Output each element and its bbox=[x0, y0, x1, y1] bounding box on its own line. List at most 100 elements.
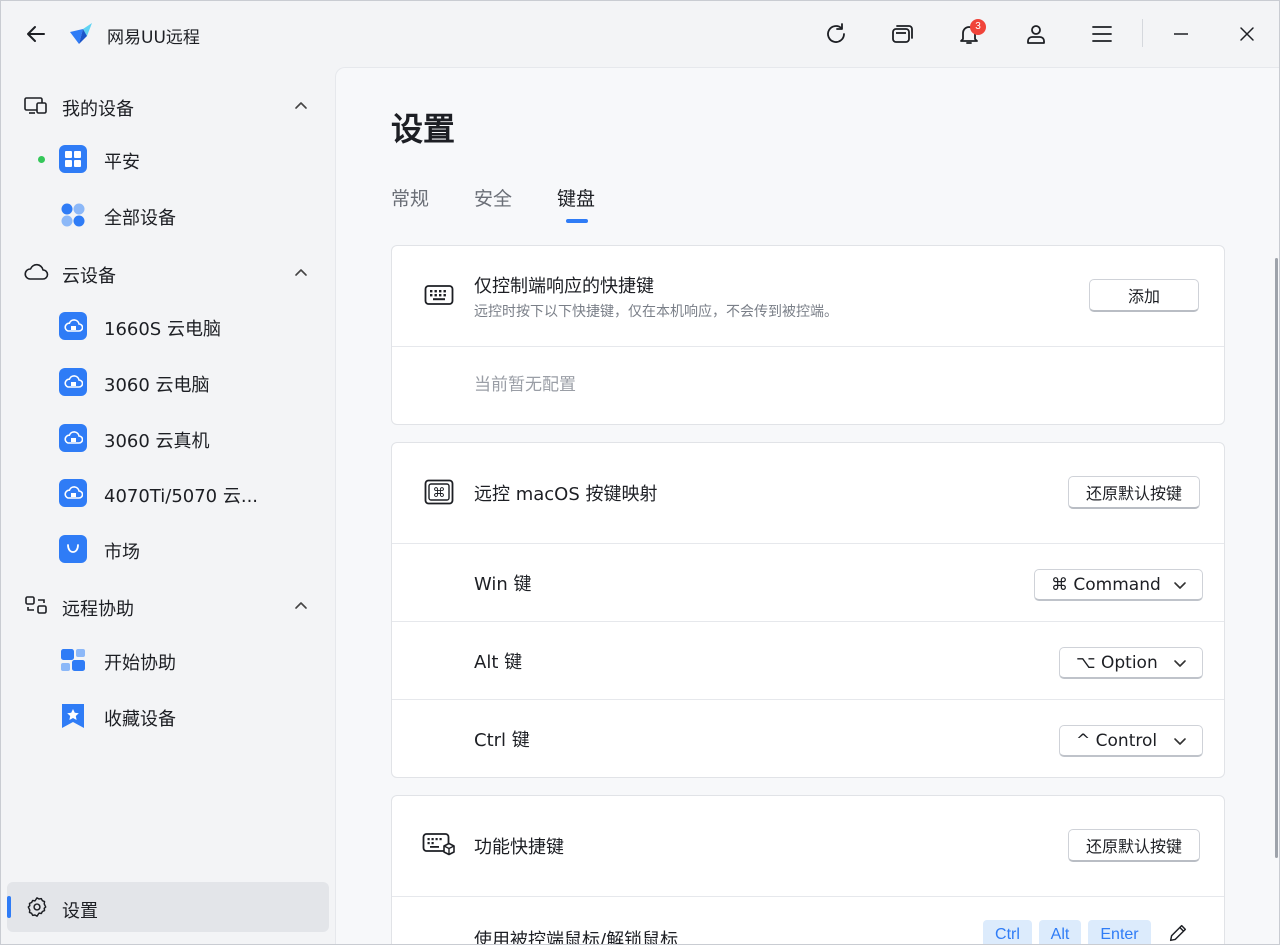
chevron-down-icon bbox=[1172, 578, 1188, 594]
sidebar-item-cloud-3060-phone[interactable]: 3060 云真机 bbox=[1, 416, 335, 460]
section-cloud-devices[interactable]: 云设备 bbox=[1, 252, 335, 292]
card-header: 功能快捷键 还原默认按键 bbox=[392, 796, 1224, 896]
key-chip-ctrl: Ctrl bbox=[983, 920, 1032, 944]
devices-icon bbox=[23, 94, 49, 116]
key-chip-enter: Enter bbox=[1088, 920, 1151, 944]
section-remote-assist[interactable]: 远程协助 bbox=[1, 585, 335, 625]
ctrl-key-select[interactable]: ^ Control bbox=[1059, 725, 1203, 757]
refresh-icon bbox=[827, 23, 845, 43]
sidebar-item-label: 3060 云电脑 bbox=[104, 375, 210, 396]
notification-button[interactable]: 3 bbox=[954, 19, 986, 49]
edit-shortcut-button[interactable] bbox=[1167, 922, 1191, 944]
sidebar-item-market[interactable]: 市场 bbox=[1, 527, 335, 571]
win-key-select[interactable]: ⌘ Command bbox=[1034, 569, 1203, 601]
ctrl-key-label: Ctrl 键 bbox=[474, 730, 530, 751]
sidebar-item-label: 平安 bbox=[104, 152, 140, 173]
tab-general[interactable]: 常规 bbox=[391, 184, 429, 211]
windows-stack-icon bbox=[892, 25, 913, 43]
card-divider bbox=[392, 896, 1224, 897]
sidebar: 我的设备 平安 全部设备 云设备 1660S 云电脑 3060 云电脑 3060… bbox=[1, 67, 335, 944]
multi-window-button[interactable] bbox=[888, 19, 918, 49]
page-title: 设置 bbox=[391, 110, 456, 148]
minimize-button[interactable] bbox=[1166, 19, 1196, 49]
settings-label: 设置 bbox=[62, 901, 98, 922]
favorite-star-icon bbox=[59, 702, 87, 730]
cloud-pc-icon bbox=[59, 424, 87, 452]
card-title: 仅控制端响应的快捷键 bbox=[474, 276, 654, 297]
market-bag-icon bbox=[59, 535, 87, 563]
hamburger-menu-icon bbox=[1092, 26, 1112, 42]
start-assist-icon bbox=[59, 646, 87, 674]
card-header: 仅控制端响应的快捷键 远控时按下以下快捷键，仅在本机响应，不会传到被控端。 添加 bbox=[392, 246, 1224, 346]
sidebar-item-start-assist[interactable]: 开始协助 bbox=[1, 638, 335, 682]
app-window: 网易UU远程 3 我的设备 平安 全部设备 云设备 1660S 云电脑 3060… bbox=[0, 0, 1280, 945]
section-label: 云设备 bbox=[62, 266, 116, 287]
select-value: ⌥ Option bbox=[1076, 652, 1158, 673]
macos-mapping-card: ⌘ 远控 macOS 按键映射 还原默认按键 Win 键 ⌘ Command A… bbox=[391, 442, 1225, 778]
gear-icon bbox=[25, 895, 49, 919]
select-value: ^ Control bbox=[1076, 730, 1158, 751]
active-indicator bbox=[7, 896, 11, 918]
sidebar-item-label: 4070Ti/5070 云... bbox=[104, 486, 259, 507]
account-button[interactable] bbox=[1021, 19, 1051, 49]
sidebar-item-settings[interactable]: 设置 bbox=[7, 882, 329, 932]
empty-state-text: 当前暂无配置 bbox=[474, 375, 576, 395]
close-button[interactable] bbox=[1232, 19, 1262, 49]
tab-security[interactable]: 安全 bbox=[474, 184, 512, 211]
local-shortcuts-card: 仅控制端响应的快捷键 远控时按下以下快捷键，仅在本机响应，不会传到被控端。 添加… bbox=[391, 245, 1225, 425]
cloud-icon bbox=[23, 261, 49, 283]
sidebar-item-label: 市场 bbox=[104, 542, 140, 563]
user-icon bbox=[1027, 25, 1045, 44]
select-value: ⌘ Command bbox=[1051, 574, 1161, 595]
sidebar-item-label: 1660S 云电脑 bbox=[104, 319, 221, 340]
section-my-devices[interactable]: 我的设备 bbox=[1, 85, 335, 125]
card-title: 远控 macOS 按键映射 bbox=[474, 484, 658, 505]
cloud-pc-icon bbox=[59, 368, 87, 396]
add-shortcut-button[interactable]: 添加 bbox=[1089, 279, 1199, 312]
unlock-mouse-label: 使用被控端鼠标/解锁鼠标 bbox=[474, 930, 679, 945]
menu-button[interactable] bbox=[1087, 19, 1117, 49]
vertical-scrollbar[interactable] bbox=[1275, 258, 1278, 858]
reset-default-keys-button[interactable]: 还原默认按键 bbox=[1068, 829, 1200, 862]
app-title: 网易UU远程 bbox=[107, 28, 200, 48]
sidebar-item-cloud-1660s[interactable]: 1660S 云电脑 bbox=[1, 304, 335, 348]
back-button[interactable] bbox=[23, 21, 49, 47]
sidebar-item-favorites[interactable]: 收藏设备 bbox=[1, 694, 335, 738]
all-devices-icon bbox=[59, 201, 87, 229]
sidebar-item-cloud-3060-pc[interactable]: 3060 云电脑 bbox=[1, 360, 335, 404]
refresh-button[interactable] bbox=[821, 19, 851, 49]
card-title: 功能快捷键 bbox=[474, 837, 564, 858]
tab-keyboard[interactable]: 键盘 bbox=[557, 184, 595, 211]
titlebar-divider bbox=[1142, 19, 1143, 47]
back-arrow-icon bbox=[27, 26, 45, 42]
sidebar-item-cloud-4070ti[interactable]: 4070Ti/5070 云... bbox=[1, 471, 335, 515]
settings-panel: 设置 常规 安全 键盘 仅控制端响应的快捷键 远控时按下以下快捷键，仅在本机响应… bbox=[335, 67, 1279, 945]
title-bar: 网易UU远程 3 bbox=[1, 1, 1279, 67]
sidebar-item-ping-an[interactable]: 平安 bbox=[1, 137, 335, 181]
function-shortcuts-card: 功能快捷键 还原默认按键 使用被控端鼠标/解锁鼠标 Ctrl Alt Enter bbox=[391, 795, 1225, 945]
chevron-up-icon bbox=[291, 95, 311, 115]
online-status-dot bbox=[38, 156, 45, 163]
chevron-up-icon bbox=[291, 262, 311, 282]
card-divider bbox=[392, 346, 1224, 347]
active-tab-indicator bbox=[566, 219, 588, 223]
uu-logo-icon bbox=[67, 20, 95, 48]
cloud-pc-icon bbox=[59, 312, 87, 340]
card-header: ⌘ 远控 macOS 按键映射 还原默认按键 bbox=[392, 443, 1224, 543]
win-key-label: Win 键 bbox=[474, 574, 532, 595]
alt-key-label: Alt 键 bbox=[474, 652, 523, 673]
alt-key-select[interactable]: ⌥ Option bbox=[1059, 647, 1203, 679]
chevron-up-icon bbox=[291, 595, 311, 615]
reset-default-keys-button[interactable]: 还原默认按键 bbox=[1068, 476, 1200, 509]
minimize-icon bbox=[1174, 33, 1188, 35]
row-divider bbox=[392, 621, 1224, 622]
sidebar-item-label: 收藏设备 bbox=[104, 709, 176, 730]
sidebar-item-all-devices[interactable]: 全部设备 bbox=[1, 193, 335, 237]
command-key-icon: ⌘ bbox=[422, 477, 456, 507]
close-icon bbox=[1240, 27, 1254, 41]
cloud-pc-icon bbox=[59, 479, 87, 507]
notification-badge: 3 bbox=[970, 19, 986, 35]
function-keyboard-icon bbox=[422, 830, 456, 860]
section-label: 远程协助 bbox=[62, 599, 134, 620]
card-subtitle: 远控时按下以下快捷键，仅在本机响应，不会传到被控端。 bbox=[474, 304, 838, 320]
